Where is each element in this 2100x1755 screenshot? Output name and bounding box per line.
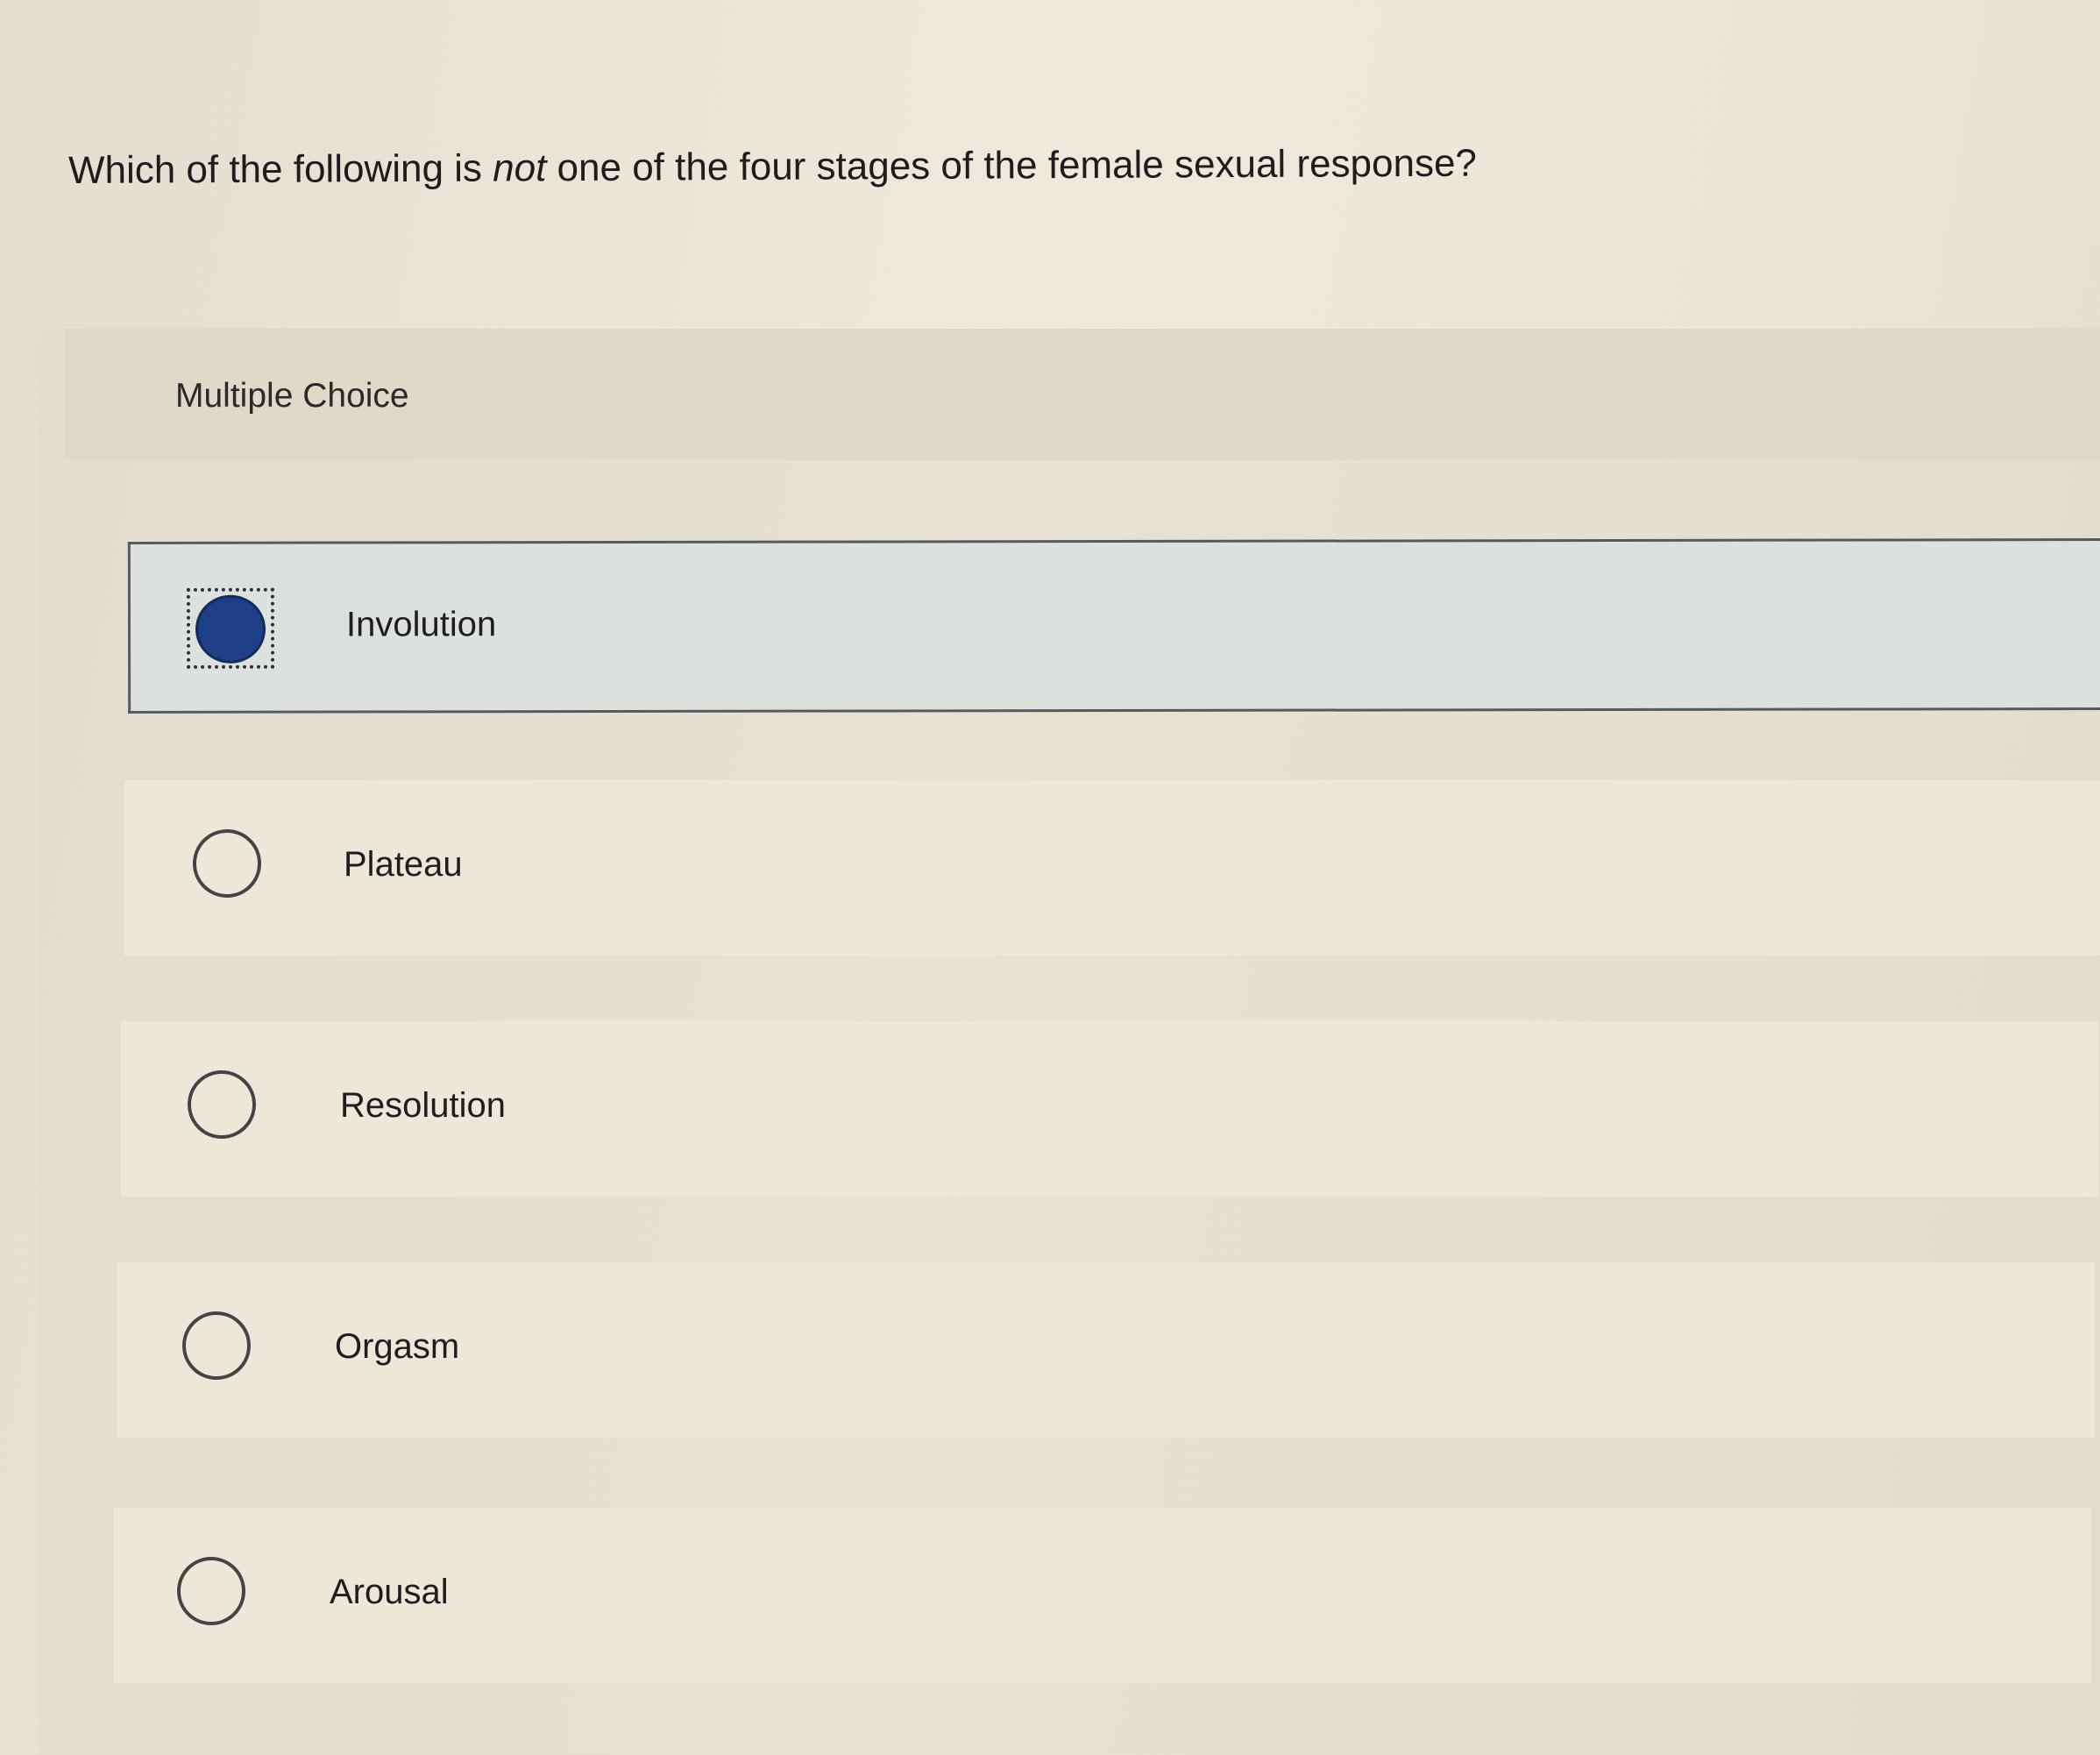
answer-option-arousal[interactable]: Arousal: [114, 1508, 2091, 1683]
answer-option-label: Involution: [345, 605, 497, 644]
answer-option-involution[interactable]: Involution: [127, 538, 2100, 714]
question-suffix: one of the four stages of the female sex…: [546, 141, 1478, 190]
answer-option-orgasm[interactable]: Orgasm: [117, 1262, 2095, 1438]
radio-unselected-icon[interactable]: [182, 1311, 251, 1380]
radio-unselected-icon[interactable]: [188, 1070, 256, 1139]
answer-option-label: Orgasm: [335, 1327, 460, 1366]
question-type-label: Multiple Choice: [175, 377, 409, 415]
radio-unselected-icon[interactable]: [177, 1557, 245, 1625]
answer-option-resolution[interactable]: Resolution: [121, 1021, 2098, 1197]
question-text: Which of the following is not one of the…: [68, 138, 1477, 197]
answer-option-label: Arousal: [330, 1573, 449, 1611]
answer-option-label: Plateau: [344, 845, 463, 884]
radio-selected-icon[interactable]: [195, 594, 266, 664]
answer-option-label: Resolution: [340, 1086, 507, 1125]
radio-focus-outline: [186, 587, 275, 669]
question-emphasis: not: [493, 146, 547, 190]
question-prefix: Which of the following is: [67, 146, 493, 192]
radio-unselected-icon[interactable]: [193, 829, 261, 898]
answer-option-plateau[interactable]: Plateau: [124, 780, 2100, 956]
